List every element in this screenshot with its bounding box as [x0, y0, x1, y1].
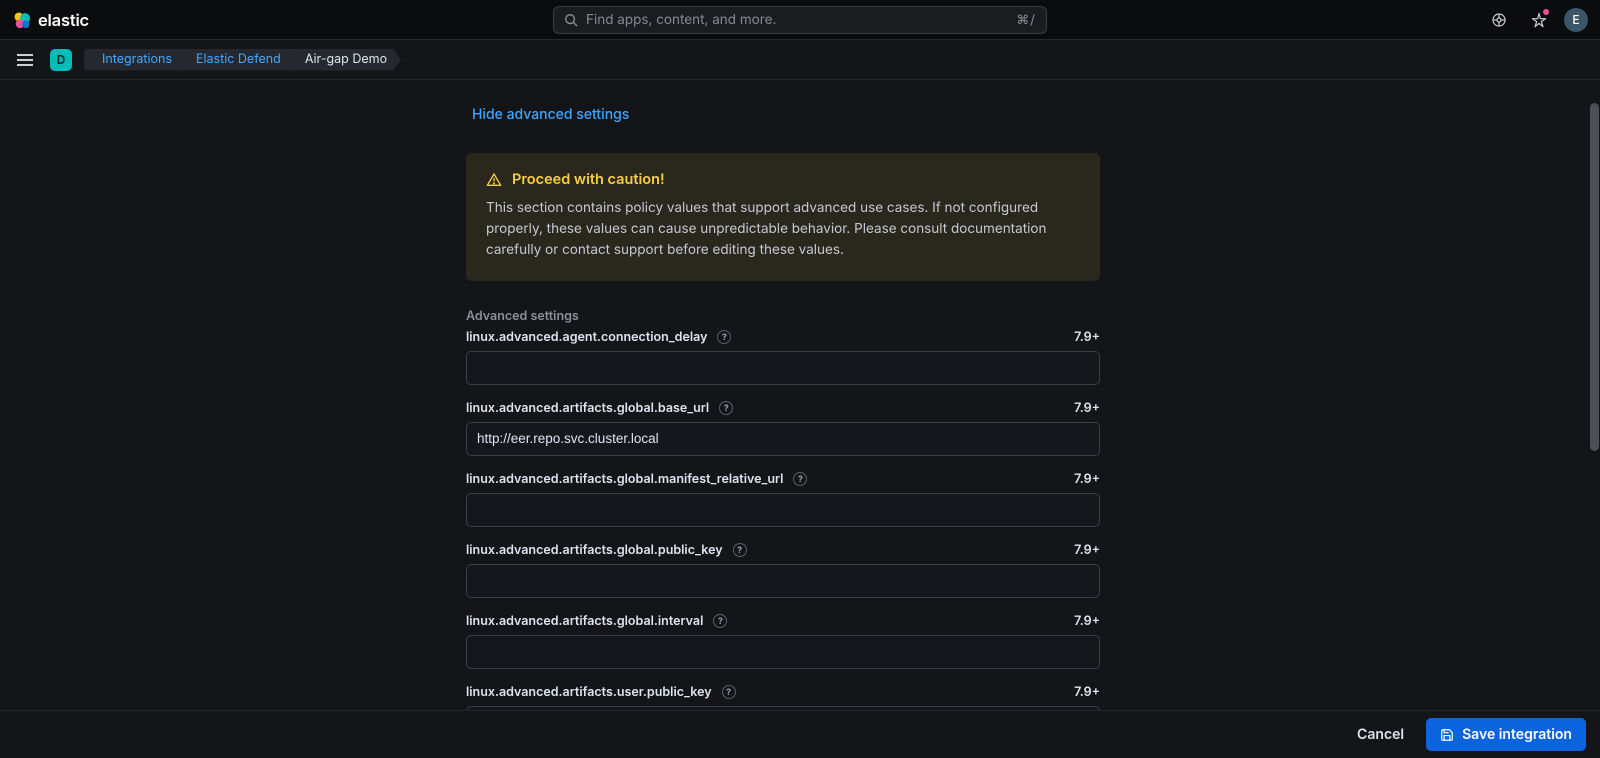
help-tooltip-icon[interactable]: ?	[733, 543, 747, 557]
settings-column: Hide advanced settings Proceed with caut…	[466, 80, 1100, 710]
breadcrumb-elastic-defend[interactable]: Elastic Defend	[178, 49, 295, 71]
search-icon	[564, 13, 578, 27]
help-tooltip-icon[interactable]: ?	[713, 614, 727, 628]
callout-title: Proceed with caution!	[512, 171, 665, 188]
field-label: linux.advanced.agent.connection_delay	[466, 330, 707, 345]
breadcrumb-bar: D Integrations Elastic Defend Air-gap De…	[0, 40, 1600, 80]
header-right-icons: E	[1484, 5, 1588, 35]
field-version: 7.9+	[1074, 614, 1100, 629]
breadcrumb-current: Air-gap Demo	[287, 49, 401, 71]
space-letter: D	[57, 52, 66, 67]
field-version: 7.9+	[1074, 472, 1100, 487]
newsfeed-icon[interactable]	[1524, 5, 1554, 35]
setting-field: linux.advanced.artifacts.global.manifest…	[466, 472, 1100, 527]
help-tooltip-icon[interactable]: ?	[722, 685, 736, 699]
field-input[interactable]	[466, 351, 1100, 385]
nav-toggle-icon[interactable]	[12, 47, 38, 73]
field-version: 7.9+	[1074, 543, 1100, 558]
field-label: linux.advanced.artifacts.global.public_k…	[466, 543, 723, 558]
hide-advanced-toggle[interactable]: Hide advanced settings	[472, 106, 1100, 123]
notification-dot-icon	[1543, 9, 1549, 15]
field-input[interactable]	[466, 635, 1100, 669]
field-version: 7.9+	[1074, 330, 1100, 345]
app-header: elastic Find apps, content, and more. ⌘/	[0, 0, 1600, 40]
warning-icon	[486, 172, 502, 188]
field-label: linux.advanced.artifacts.global.base_url	[466, 401, 709, 416]
help-tooltip-icon[interactable]: ?	[793, 472, 807, 486]
field-label-row: linux.advanced.artifacts.global.manifest…	[466, 472, 1100, 487]
setting-field: linux.advanced.artifacts.user.public_key…	[466, 685, 1100, 710]
field-label-row: linux.advanced.artifacts.global.base_url…	[466, 401, 1100, 416]
avatar[interactable]: E	[1564, 8, 1588, 32]
setting-field: linux.advanced.agent.connection_delay? 7.…	[466, 330, 1100, 385]
search-shortcut: ⌘/	[1016, 12, 1036, 28]
logo[interactable]: elastic	[12, 10, 89, 30]
logo-text: elastic	[38, 10, 89, 30]
callout-body: This section contains policy values that…	[486, 198, 1080, 261]
save-button-label: Save integration	[1462, 726, 1572, 743]
search-placeholder: Find apps, content, and more.	[586, 12, 1008, 28]
elastic-logo-icon	[12, 10, 32, 30]
scrollbar-track[interactable]	[1589, 78, 1600, 710]
setting-field: linux.advanced.artifacts.global.interval…	[466, 614, 1100, 669]
field-version: 7.9+	[1074, 401, 1100, 416]
field-input[interactable]	[466, 422, 1100, 456]
field-label-row: linux.advanced.artifacts.user.public_key…	[466, 685, 1100, 700]
setting-field: linux.advanced.artifacts.global.base_url…	[466, 401, 1100, 456]
field-label-row: linux.advanced.artifacts.global.public_k…	[466, 543, 1100, 558]
main-content: Hide advanced settings Proceed with caut…	[0, 80, 1600, 710]
save-button[interactable]: Save integration	[1426, 718, 1586, 751]
breadcrumb-integrations[interactable]: Integrations	[84, 49, 186, 71]
footer-bar: Cancel Save integration	[0, 710, 1600, 758]
field-label: linux.advanced.artifacts.global.interval	[466, 614, 703, 629]
scrollbar-thumb[interactable]	[1590, 103, 1599, 451]
avatar-letter: E	[1572, 12, 1579, 27]
warning-callout: Proceed with caution! This section conta…	[466, 153, 1100, 281]
breadcrumbs: Integrations Elastic Defend Air-gap Demo	[84, 49, 401, 71]
cancel-button[interactable]: Cancel	[1345, 718, 1416, 751]
field-input[interactable]	[466, 564, 1100, 598]
field-input[interactable]	[466, 493, 1100, 527]
help-tooltip-icon[interactable]: ?	[717, 330, 731, 344]
global-search[interactable]: Find apps, content, and more. ⌘/	[553, 6, 1047, 34]
field-label: linux.advanced.artifacts.user.public_key	[466, 685, 712, 700]
advanced-settings-fields: linux.advanced.agent.connection_delay? 7.…	[466, 330, 1100, 710]
field-version: 7.9+	[1074, 685, 1100, 700]
save-icon	[1440, 728, 1454, 742]
field-label: linux.advanced.artifacts.global.manifest…	[466, 472, 783, 487]
field-label-row: linux.advanced.agent.connection_delay? 7.…	[466, 330, 1100, 345]
field-label-row: linux.advanced.artifacts.global.interval…	[466, 614, 1100, 629]
section-label: Advanced settings	[466, 309, 1100, 324]
help-icon[interactable]	[1484, 5, 1514, 35]
space-badge[interactable]: D	[50, 49, 72, 71]
setting-field: linux.advanced.artifacts.global.public_k…	[466, 543, 1100, 598]
help-tooltip-icon[interactable]: ?	[719, 401, 733, 415]
